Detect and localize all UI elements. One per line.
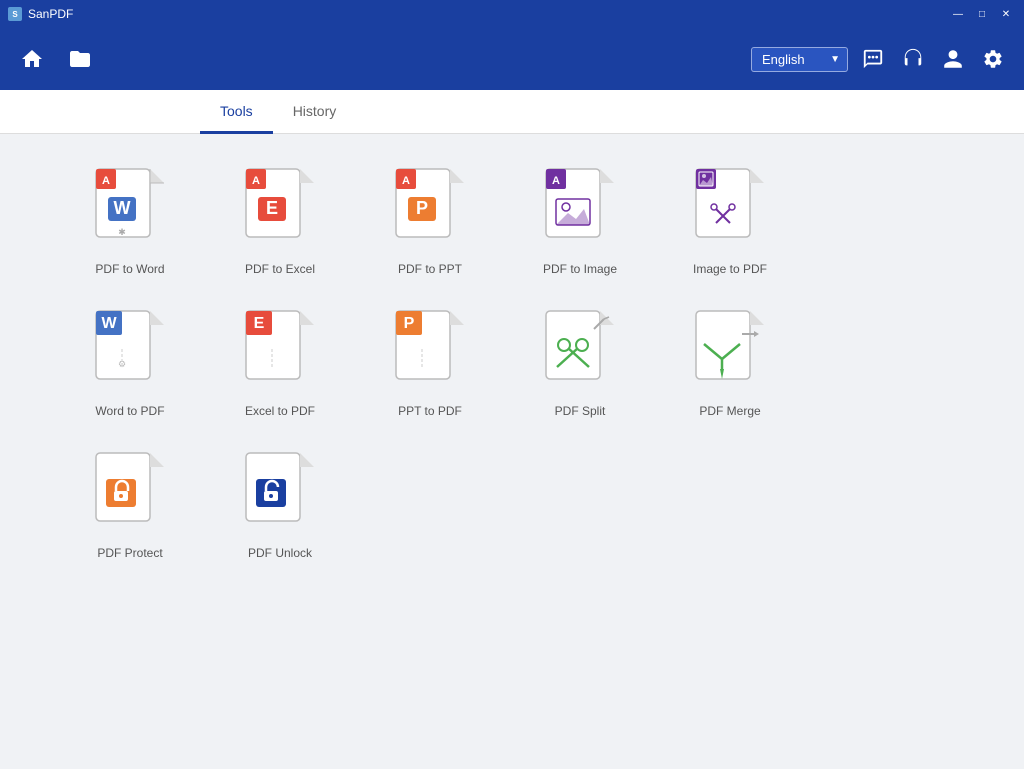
svg-text:A: A: [402, 175, 410, 187]
svg-text:A: A: [552, 175, 560, 187]
user-button[interactable]: [938, 44, 968, 74]
svg-text:P: P: [416, 198, 428, 218]
word-to-pdf-icon: W ⚙: [90, 306, 170, 396]
ppt-to-pdf-icon: P: [390, 306, 470, 396]
folder-button[interactable]: [64, 43, 96, 75]
title-bar-controls: — □ ✕: [948, 6, 1016, 22]
pdf-split-icon: [540, 306, 620, 396]
svg-text:E: E: [266, 198, 278, 218]
svg-text:W: W: [114, 198, 131, 218]
title-bar-left: S SanPDF: [8, 7, 73, 21]
pdf-merge-icon: [690, 306, 770, 396]
tool-excel-to-pdf[interactable]: E Excel to PDF: [230, 306, 330, 418]
tool-ppt-to-pdf[interactable]: P PPT to PDF: [380, 306, 480, 418]
pdf-unlock-label: PDF Unlock: [248, 546, 312, 560]
tool-pdf-merge[interactable]: PDF Merge: [680, 306, 780, 418]
svg-text:A: A: [102, 175, 110, 187]
tool-pdf-to-excel[interactable]: A E PDF to Excel: [230, 164, 330, 276]
tool-pdf-protect[interactable]: PDF Protect: [80, 448, 180, 560]
excel-to-pdf-label: Excel to PDF: [245, 404, 315, 418]
pdf-to-word-label: PDF to Word: [95, 262, 164, 276]
header: English Chinese Japanese ▼: [0, 28, 1024, 90]
svg-text:✱: ✱: [118, 227, 126, 237]
tool-pdf-to-image[interactable]: A PDF to Image: [530, 164, 630, 276]
maximize-button[interactable]: □: [972, 6, 992, 22]
app-icon: S: [8, 7, 22, 21]
image-to-pdf-icon: [690, 164, 770, 254]
chat-button[interactable]: [858, 44, 888, 74]
headset-button[interactable]: [898, 44, 928, 74]
word-to-pdf-label: Word to PDF: [95, 404, 164, 418]
title-bar: S SanPDF — □ ✕: [0, 0, 1024, 28]
pdf-unlock-icon: [240, 448, 320, 538]
pdf-to-word-icon: A W ✱: [90, 164, 170, 254]
pdf-to-ppt-label: PDF to PPT: [398, 262, 462, 276]
app-title: SanPDF: [28, 7, 73, 21]
header-left: [16, 43, 96, 75]
pdf-to-ppt-icon: A P: [390, 164, 470, 254]
svg-text:P: P: [404, 315, 415, 332]
tab-history[interactable]: History: [273, 90, 357, 134]
image-to-pdf-label: Image to PDF: [693, 262, 767, 276]
language-selector[interactable]: English Chinese Japanese ▼: [751, 47, 848, 72]
svg-text:A: A: [252, 175, 260, 187]
language-dropdown[interactable]: English Chinese Japanese: [751, 47, 848, 72]
svg-text:S: S: [12, 10, 18, 19]
tool-grid: A W ✱ PDF to Word: [80, 164, 944, 560]
home-button[interactable]: [16, 43, 48, 75]
tool-row-1: A W ✱ PDF to Word: [80, 164, 944, 276]
svg-text:E: E: [254, 315, 265, 332]
tabs-bar: Tools History: [0, 90, 1024, 134]
close-button[interactable]: ✕: [996, 6, 1016, 22]
pdf-protect-icon: [90, 448, 170, 538]
pdf-to-image-label: PDF to Image: [543, 262, 617, 276]
main-content: A W ✱ PDF to Word: [0, 134, 1024, 769]
tab-tools[interactable]: Tools: [200, 90, 273, 134]
pdf-split-label: PDF Split: [555, 404, 606, 418]
pdf-to-excel-icon: A E: [240, 164, 320, 254]
tool-image-to-pdf[interactable]: Image to PDF: [680, 164, 780, 276]
tool-word-to-pdf[interactable]: W ⚙ Word to PDF: [80, 306, 180, 418]
settings-button[interactable]: [978, 44, 1008, 74]
pdf-merge-label: PDF Merge: [699, 404, 760, 418]
tool-row-2: W ⚙ Word to PDF E: [80, 306, 944, 418]
header-right: English Chinese Japanese ▼: [751, 44, 1008, 74]
minimize-button[interactable]: —: [948, 6, 968, 22]
pdf-protect-label: PDF Protect: [97, 546, 162, 560]
ppt-to-pdf-label: PPT to PDF: [398, 404, 462, 418]
svg-text:W: W: [101, 315, 117, 332]
tool-pdf-unlock[interactable]: PDF Unlock: [230, 448, 330, 560]
pdf-to-excel-label: PDF to Excel: [245, 262, 315, 276]
pdf-to-image-icon: A: [540, 164, 620, 254]
excel-to-pdf-icon: E: [240, 306, 320, 396]
tool-pdf-to-word[interactable]: A W ✱ PDF to Word: [80, 164, 180, 276]
tool-row-3: PDF Protect PDF Unlock: [80, 448, 944, 560]
tool-pdf-split[interactable]: PDF Split: [530, 306, 630, 418]
tool-pdf-to-ppt[interactable]: A P PDF to PPT: [380, 164, 480, 276]
